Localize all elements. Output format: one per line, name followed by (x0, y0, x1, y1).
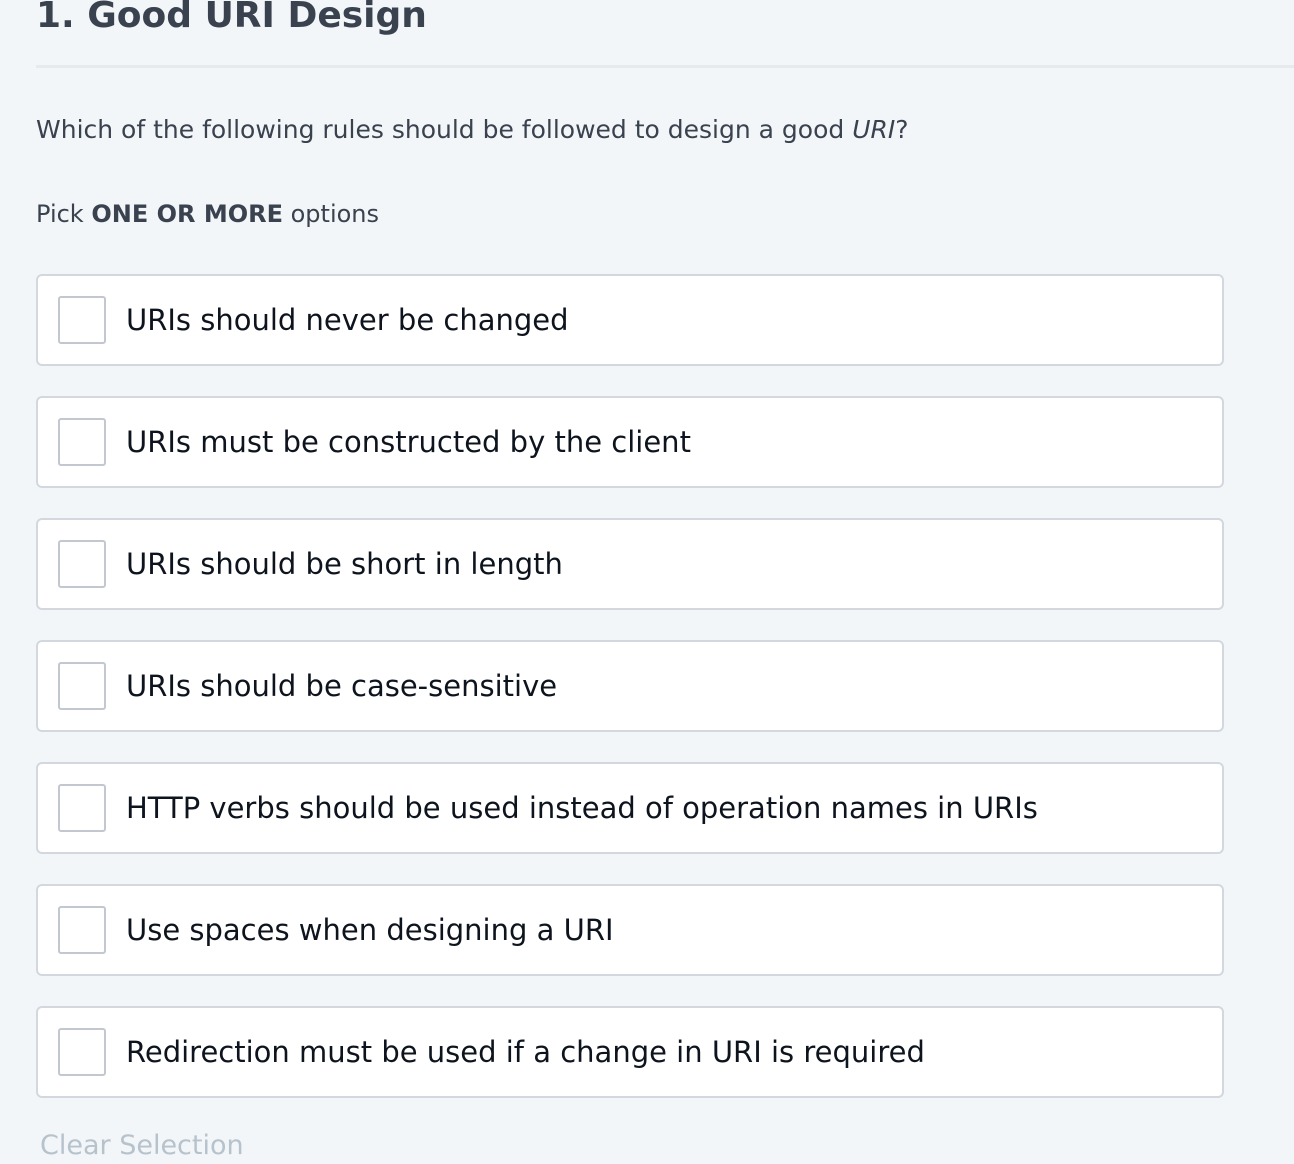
option-4-checkbox[interactable] (58, 662, 106, 710)
option-3[interactable]: URIs should be short in length (36, 518, 1224, 610)
question-text: Which of the following rules should be f… (36, 112, 909, 148)
title-divider (36, 65, 1294, 68)
option-6-checkbox[interactable] (58, 906, 106, 954)
option-5-checkbox[interactable] (58, 784, 106, 832)
option-1[interactable]: URIs should never be changed (36, 274, 1224, 366)
option-6[interactable]: Use spaces when designing a URI (36, 884, 1224, 976)
option-7-label: Redirection must be used if a change in … (126, 1035, 925, 1069)
question-text-end: ? (895, 115, 909, 144)
option-7[interactable]: Redirection must be used if a change in … (36, 1006, 1224, 1098)
question-text-start: Which of the following rules should be f… (36, 115, 853, 144)
option-6-label: Use spaces when designing a URI (126, 913, 614, 947)
option-5-label: HTTP verbs should be used instead of ope… (126, 791, 1038, 825)
pick-instruction-strong: ONE OR MORE (91, 200, 283, 228)
option-3-checkbox[interactable] (58, 540, 106, 588)
option-1-label: URIs should never be changed (126, 303, 569, 337)
option-2-checkbox[interactable] (58, 418, 106, 466)
pick-instruction: Pick ONE OR MORE options (36, 196, 379, 232)
clear-selection-link[interactable]: Clear Selection (40, 1128, 244, 1164)
option-4-label: URIs should be case-sensitive (126, 669, 558, 703)
option-7-checkbox[interactable] (58, 1028, 106, 1076)
option-4[interactable]: URIs should be case-sensitive (36, 640, 1224, 732)
option-5[interactable]: HTTP verbs should be used instead of ope… (36, 762, 1224, 854)
question-title: 1. Good URI Design (36, 0, 427, 36)
option-2[interactable]: URIs must be constructed by the client (36, 396, 1224, 488)
pick-instruction-prefix: Pick (36, 200, 92, 228)
question-panel: 1. Good URI Design Which of the followin… (36, 0, 1294, 1161)
question-text-emphasis: URI (852, 115, 896, 144)
pick-instruction-suffix: options (282, 200, 380, 228)
option-1-checkbox[interactable] (58, 296, 106, 344)
options-list: URIs should never be changed URIs must b… (36, 274, 1224, 1128)
option-2-label: URIs must be constructed by the client (126, 425, 691, 459)
option-3-label: URIs should be short in length (126, 547, 563, 581)
